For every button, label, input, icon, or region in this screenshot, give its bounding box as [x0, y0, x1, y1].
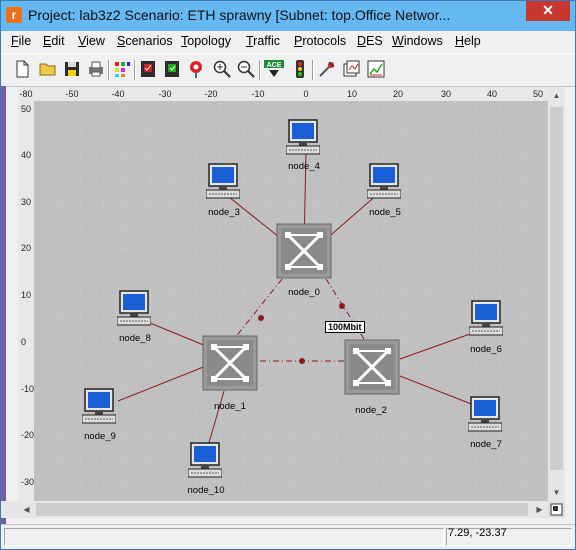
node-label: node_2 — [355, 405, 387, 416]
menu-help[interactable]: Help — [455, 34, 481, 48]
ace-icon[interactable]: ACE — [264, 59, 284, 79]
node-label: node_0 — [288, 287, 320, 298]
menu-file[interactable]: File — [11, 34, 31, 48]
ruler-tick: -40 — [111, 89, 125, 99]
scroll-down-icon[interactable]: ▼ — [548, 484, 565, 501]
zoom-out-icon[interactable] — [236, 59, 256, 79]
ruler-tick: -10 — [21, 384, 35, 394]
ruler-tick: -20 — [21, 430, 35, 440]
menu-protocols[interactable]: Protocols — [294, 34, 346, 48]
ruler-tick: -10 — [251, 89, 265, 99]
ruler-tick: -20 — [204, 89, 218, 99]
toolbar: ACE — [0, 53, 576, 87]
menu-windows[interactable]: Windows — [392, 34, 443, 48]
ruler-tick: 0 — [303, 89, 309, 99]
app-icon: r — [6, 7, 22, 23]
ruler-tick: 0 — [21, 337, 27, 347]
configure-des-icon[interactable] — [290, 59, 310, 79]
menu-edit[interactable]: Edit — [43, 34, 65, 48]
workstation-node-7[interactable] — [467, 396, 503, 432]
menu-view[interactable]: View — [78, 34, 105, 48]
workstation-node-6[interactable] — [468, 300, 504, 336]
vertical-scrollbar[interactable]: ▲ ▼ — [548, 87, 565, 501]
scroll-right-icon[interactable]: ▶ — [531, 501, 548, 518]
workspace: -80 -50 -40 -30 -20 -10 0 10 20 30 40 50… — [18, 87, 550, 501]
link-midpoint — [258, 315, 264, 321]
ruler-tick: 40 — [486, 89, 498, 99]
ruler-tick: -30 — [158, 89, 172, 99]
ruler-tick: 10 — [346, 89, 358, 99]
horizontal-ruler: -80 -50 -40 -30 -20 -10 0 10 20 30 40 50 — [18, 87, 548, 101]
print-icon[interactable] — [86, 59, 106, 79]
hide-graphs-icon[interactable] — [342, 59, 362, 79]
title-bar[interactable]: r Project: lab3z2 Scenario: ETH sprawny … — [0, 0, 576, 32]
node-label: node_6 — [470, 344, 502, 355]
menu-topology[interactable]: Topology — [181, 34, 231, 48]
network-canvas[interactable]: node_0 node_1 node_2 100Mbit node_4 node… — [34, 101, 550, 501]
vertical-ruler: 50 40 30 20 10 0 -10 -20 -30 — [18, 101, 34, 501]
workstation-node-9[interactable] — [81, 388, 117, 424]
menu-scenarios[interactable]: Scenarios — [117, 34, 173, 48]
menu-des[interactable]: DES — [357, 34, 383, 48]
switch-node-2[interactable] — [344, 339, 400, 395]
view-results-icon[interactable] — [317, 59, 337, 79]
scroll-up-icon[interactable]: ▲ — [548, 87, 565, 104]
compare-icon[interactable] — [366, 59, 386, 79]
new-icon[interactable] — [12, 59, 32, 79]
node-label: node_10 — [187, 485, 225, 496]
workstation-node-4[interactable] — [285, 119, 321, 155]
vertical-scroll-thumb[interactable] — [550, 107, 563, 470]
status-message-cell — [4, 528, 444, 546]
menu-traffic[interactable]: Traffic — [246, 34, 280, 48]
ruler-tick: -50 — [65, 89, 79, 99]
object-palette-icon[interactable] — [112, 59, 132, 79]
ruler-tick: 30 — [440, 89, 452, 99]
overview-icon[interactable] — [548, 501, 565, 518]
scroll-left-icon[interactable]: ◀ — [18, 501, 35, 518]
node-label: node_5 — [369, 207, 401, 218]
node-label: node_4 — [288, 161, 320, 172]
node-label: node_8 — [119, 333, 151, 344]
open-icon[interactable] — [38, 59, 58, 79]
ruler-tick: 50 — [532, 89, 544, 99]
close-button[interactable]: ✕ — [526, 1, 570, 21]
window-title: Project: lab3z2 Scenario: ETH sprawny [S… — [28, 7, 451, 23]
menu-bar: File Edit View Scenarios Topology Traffi… — [0, 31, 576, 52]
ruler-tick: 10 — [21, 290, 32, 300]
toolbar-separator — [259, 60, 261, 80]
svg-text:ACE: ACE — [267, 62, 282, 69]
horizontal-scroll-thumb[interactable] — [36, 503, 528, 516]
ruler-tick: 40 — [21, 150, 32, 160]
ruler-tick: 50 — [21, 104, 32, 114]
left-window-edge — [0, 86, 6, 526]
ruler-tick: -30 — [21, 477, 35, 487]
node-label: node_1 — [214, 401, 246, 412]
link-midpoint — [339, 303, 345, 309]
workstation-node-8[interactable] — [116, 290, 152, 326]
zoom-in-icon[interactable] — [212, 59, 232, 79]
switch-node-1[interactable] — [202, 335, 258, 391]
ruler-tick: 20 — [392, 89, 404, 99]
cursor-coordinates: 7.29, -23.37 — [448, 527, 507, 539]
toolbar-separator — [312, 60, 314, 80]
node-label: node_3 — [208, 207, 240, 218]
ruler-tick: 20 — [21, 243, 32, 253]
check-links-icon[interactable] — [138, 59, 158, 79]
node-label: node_7 — [470, 439, 502, 450]
save-icon[interactable] — [62, 59, 82, 79]
workstation-node-3[interactable] — [205, 163, 241, 199]
link-midpoint — [299, 358, 305, 364]
fail-node-icon[interactable] — [162, 59, 182, 79]
node-label: node_9 — [84, 431, 116, 442]
horizontal-scrollbar[interactable]: ◀ ▶ — [0, 501, 548, 518]
switch-node-0[interactable] — [276, 223, 332, 279]
ruler-tick: 30 — [21, 197, 32, 207]
recover-node-icon[interactable] — [186, 59, 206, 79]
toolbar-separator — [108, 60, 110, 80]
link-speed-label[interactable]: 100Mbit — [325, 321, 365, 333]
workstation-node-10[interactable] — [187, 442, 223, 478]
toolbar-separator — [134, 60, 136, 80]
ruler-tick: -80 — [19, 89, 33, 99]
workstation-node-5[interactable] — [366, 163, 402, 199]
